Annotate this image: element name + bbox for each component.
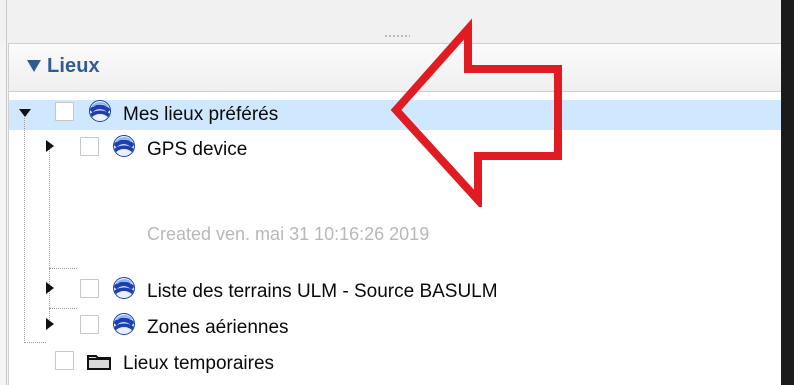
tree-item-label[interactable]: Liste des terrains ULM - Source BASULM	[147, 282, 498, 301]
checkbox[interactable]	[80, 279, 99, 298]
expand-right-icon[interactable]	[46, 140, 54, 152]
tree-item-label[interactable]: Zones aériennes	[147, 318, 289, 337]
places-tree: Mes lieux préférés GPS device Created ve…	[9, 92, 781, 385]
splitter-handle[interactable]	[384, 35, 410, 37]
places-window: Lieux Mes lieux préférés GPS device Crea…	[0, 0, 794, 385]
places-panel-header[interactable]: Lieux	[9, 44, 781, 92]
expand-right-icon[interactable]	[46, 282, 54, 294]
tree-item-label[interactable]: Lieux temporaires	[123, 354, 274, 373]
places-panel: Lieux Mes lieux préférés GPS device Crea…	[8, 43, 781, 385]
tree-connector-line	[24, 342, 46, 343]
tree-connector-line	[49, 268, 77, 269]
globe-icon	[89, 100, 111, 122]
checkbox[interactable]	[80, 315, 99, 334]
left-border-line	[6, 0, 7, 385]
tree-connector-line	[49, 146, 50, 324]
checkbox[interactable]	[55, 102, 74, 121]
globe-icon	[113, 277, 135, 299]
places-panel-title: Lieux	[47, 55, 100, 77]
tree-connector-line	[49, 308, 77, 309]
right-dark-edge	[781, 0, 794, 385]
collapse-arrow-icon[interactable]	[27, 60, 41, 72]
globe-icon	[113, 313, 135, 335]
globe-icon	[113, 135, 135, 157]
checkbox[interactable]	[55, 351, 74, 370]
expand-down-icon[interactable]	[19, 109, 31, 117]
tree-item-label[interactable]: GPS device	[147, 140, 247, 159]
tree-item-label[interactable]: Mes lieux préférés	[123, 105, 278, 124]
tree-item-description: Created ven. mai 31 10:16:26 2019	[147, 224, 430, 244]
expand-right-icon[interactable]	[46, 318, 54, 330]
tree-connector-line	[24, 118, 25, 343]
folder-icon	[87, 352, 111, 370]
checkbox[interactable]	[80, 137, 99, 156]
